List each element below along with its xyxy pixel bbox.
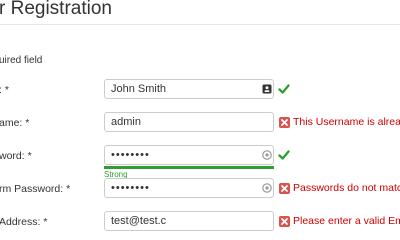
confirm-password-error-x-icon (279, 183, 290, 194)
username-error-x-icon (279, 117, 290, 128)
name-valid-checkmark-icon (278, 84, 290, 94)
confirm-password-label: rm Password: * (0, 183, 71, 195)
title-divider (0, 24, 400, 25)
email-error-message: Please enter a valid Ema (293, 215, 400, 227)
name-input[interactable] (104, 79, 274, 99)
page-title: r Registration (0, 0, 112, 19)
username-error-message: This Username is alread (293, 116, 400, 128)
username-label: ame: * (0, 117, 30, 129)
email-label: Address: * (0, 216, 48, 228)
email-input[interactable] (104, 211, 274, 231)
reveal-password-icon[interactable] (262, 150, 272, 160)
confirm-password-error-message: Passwords do not matc (293, 182, 400, 194)
password-valid-checkmark-icon (278, 150, 290, 160)
confirm-password-input[interactable] (104, 178, 274, 198)
password-strength-fill (104, 166, 274, 169)
required-field-note: uired field (0, 55, 43, 66)
contact-card-icon[interactable] (262, 84, 272, 94)
reveal-confirm-password-icon[interactable] (262, 183, 272, 193)
password-label: word: * (0, 150, 32, 162)
username-input[interactable] (104, 112, 274, 132)
email-error-x-icon (279, 216, 290, 227)
password-strength-meter (104, 166, 274, 169)
password-input[interactable] (104, 145, 274, 165)
name-label: : * (0, 84, 9, 96)
